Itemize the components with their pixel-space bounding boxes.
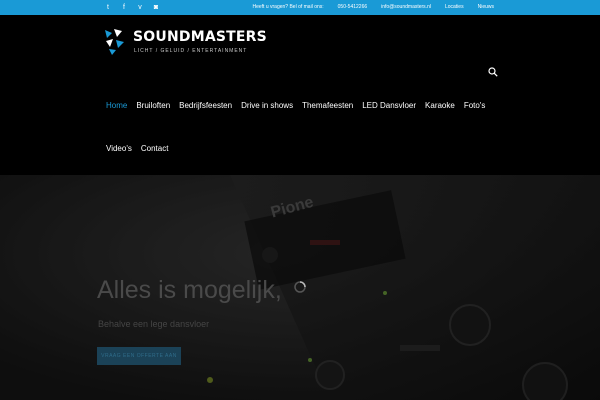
logo-title: SOUNDMASTERS (133, 29, 267, 45)
nav-item-videos[interactable]: Video's (106, 144, 132, 153)
search-icon[interactable] (488, 67, 498, 77)
twitter-icon[interactable]: t (104, 0, 112, 15)
facebook-icon[interactable]: f (120, 0, 128, 15)
instagram-icon[interactable]: ◙ (152, 0, 160, 15)
hero-title: Alles is mogelijk, (97, 276, 282, 304)
hero-slider: Pione Alles is mogelijk, Behalve een leg… (0, 175, 600, 400)
nav-row: Home Bruiloften Bedrijfsfeesten Drive in… (106, 98, 500, 112)
nav-item-fotos[interactable]: Foto's (464, 101, 486, 110)
loading-spinner-icon (294, 281, 306, 293)
nav-item-bruiloften[interactable]: Bruiloften (136, 101, 170, 110)
nav-row: Video's Contact (106, 141, 500, 155)
nav-item-contact[interactable]: Contact (141, 144, 169, 153)
contact-question: Heeft u vragen? Bel of mail ons: (252, 4, 324, 10)
request-quote-button[interactable]: VRAAG EEN OFFERTE AAN (97, 347, 181, 365)
nav-item-led-dansvloer[interactable]: LED Dansvloer (362, 101, 416, 110)
nav-item-themafeesten[interactable]: Themafeesten (302, 101, 353, 110)
top-link-locaties[interactable]: Locaties (445, 0, 464, 15)
social-links: t f v ◙ (104, 0, 160, 15)
phone-link[interactable]: 050-5412266 (338, 0, 367, 15)
email-link[interactable]: info@soundmasters.nl (381, 0, 431, 15)
top-contact-links: Heeft u vragen? Bel of mail ons: 050-541… (253, 0, 495, 15)
site-logo[interactable]: SOUNDMASTERS LICHT / GELUID / ENTERTAINM… (103, 28, 267, 58)
nav-item-karaoke[interactable]: Karaoke (425, 101, 455, 110)
vimeo-icon[interactable]: v (136, 0, 144, 15)
site-header: SOUNDMASTERS LICHT / GELUID / ENTERTAINM… (0, 15, 600, 175)
nav-item-home[interactable]: Home (106, 101, 127, 110)
top-link-nieuws[interactable]: Nieuws (478, 0, 494, 15)
top-bar: t f v ◙ Heeft u vragen? Bel of mail ons:… (0, 0, 600, 15)
main-navigation: Home Bruiloften Bedrijfsfeesten Drive in… (106, 98, 500, 155)
hero-subtitle: Behalve een lege dansvloer (98, 319, 210, 329)
logo-mark-icon (105, 29, 124, 55)
logo-subtitle: LICHT / GELUID / ENTERTAINMENT (134, 48, 248, 54)
nav-item-drive-in-shows[interactable]: Drive in shows (241, 101, 293, 110)
nav-item-bedrijfsfeesten[interactable]: Bedrijfsfeesten (179, 101, 232, 110)
